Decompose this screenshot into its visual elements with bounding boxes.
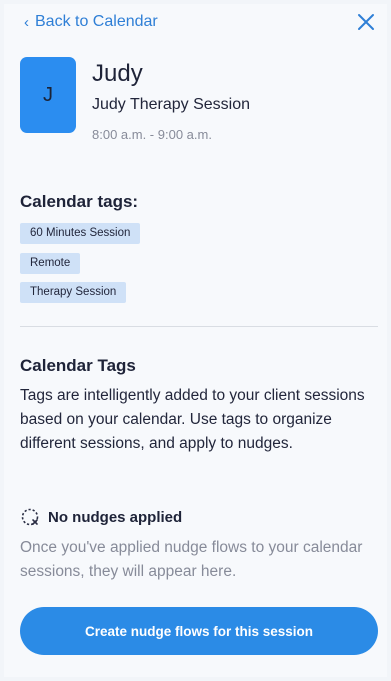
back-to-calendar-link[interactable]: ‹ Back to Calendar [24,13,158,31]
nudges-title: No nudges applied [48,508,183,526]
session-name: Judy Therapy Session [92,96,251,113]
avatar-initial: J [43,83,53,106]
create-nudge-flows-button[interactable]: Create nudge flows for this session [20,607,378,655]
tag-chip: Remote [20,253,81,274]
client-name: Judy [92,60,143,87]
tag-chip: 60 Minutes Session [20,223,141,244]
create-nudge-flows-label: Create nudge flows for this session [84,623,314,639]
tag-chip: Therapy Session [20,282,127,303]
session-time: 8:00 a.m. - 9:00 a.m. [92,127,212,142]
avatar: J [20,57,76,133]
nudges-description: Once you've applied nudge flows to your … [20,539,363,580]
info-heading: Calendar Tags [20,356,136,375]
back-label: Back to Calendar [35,13,158,30]
info-text: Tags are intelligently added to your cli… [20,387,365,452]
close-icon[interactable] [356,12,376,32]
no-nudges-icon [21,508,39,526]
divider [20,326,378,327]
top-bar: ‹ Back to Calendar [0,0,391,44]
chevron-left-icon: ‹ [24,13,29,31]
nudges-status: No nudges applied [20,507,182,527]
calendar-tags-heading: Calendar tags: [20,192,139,211]
